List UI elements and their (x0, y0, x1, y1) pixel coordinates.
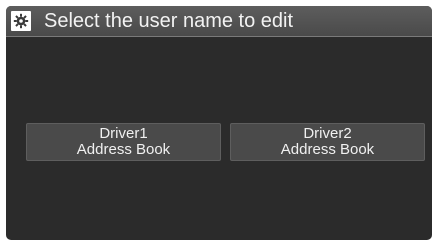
button-label-line1: Driver2 (303, 125, 352, 142)
gear-icon-graphic (13, 13, 29, 29)
button-label-line2: Address Book (76, 141, 171, 158)
screen: Select the user name to edit Driver1 Add… (6, 6, 432, 240)
page-title: Select the user name to edit (44, 10, 294, 32)
header-bar: Select the user name to edit (6, 6, 432, 37)
driver2-address-book-button[interactable]: Driver2 Address Book (230, 123, 425, 161)
driver1-address-book-button[interactable]: Driver1 Address Book (26, 123, 221, 161)
gear-icon (11, 11, 31, 31)
button-label-line2: Address Book (280, 141, 375, 158)
button-label-line1: Driver1 (99, 125, 148, 142)
